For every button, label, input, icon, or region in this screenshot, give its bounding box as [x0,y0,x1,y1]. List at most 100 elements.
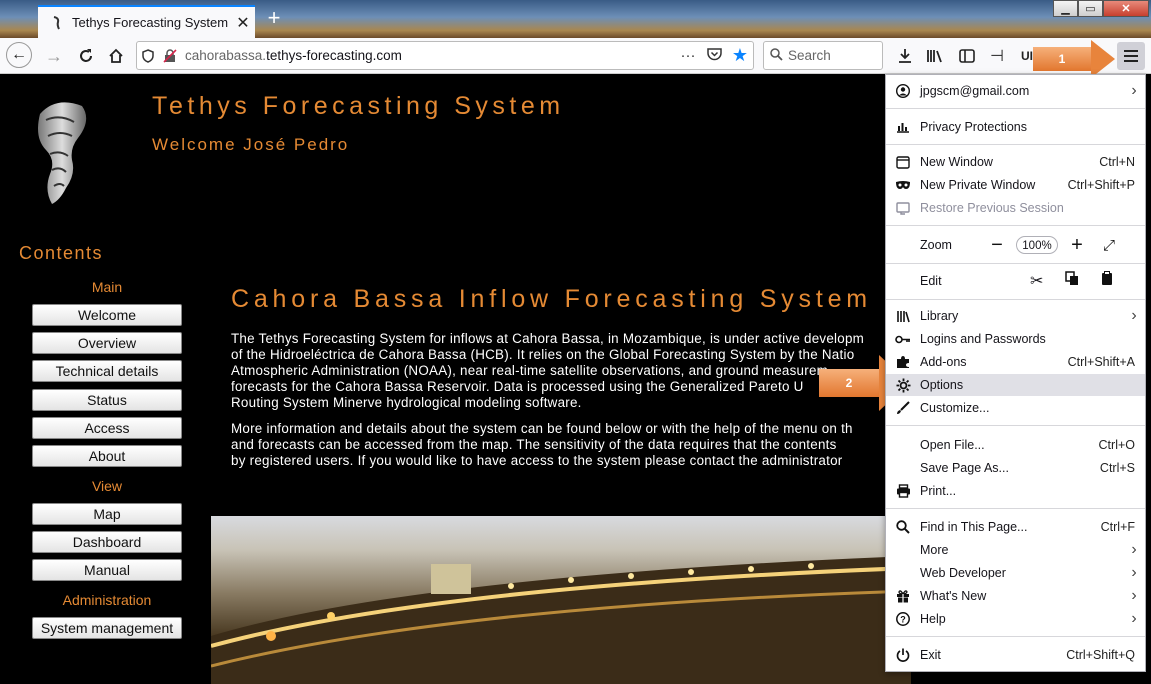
puzzle-piece-icon [886,355,920,369]
section-heading-administration: Administration [62,592,152,608]
reload-button[interactable] [72,42,100,70]
menu-library[interactable]: Library › [886,305,1145,327]
edit-controls: ✂ [1030,269,1113,293]
menu-shortcut: Ctrl+N [1099,155,1135,169]
menu-whats-new[interactable]: What's New › [886,585,1145,607]
menu-separator [886,299,1145,300]
menu-label: Exit [920,648,941,662]
menu-open-file[interactable]: Open File... Ctrl+O [886,434,1145,456]
insecure-lock-icon[interactable] [159,48,181,63]
window-close-button[interactable]: ✕ [1103,0,1149,17]
dashboard-icon [886,121,920,133]
menu-label: New Private Window [920,178,1036,192]
printer-icon [886,484,920,498]
downloads-icon[interactable] [893,44,917,68]
nav-status-button[interactable]: Status [32,389,182,411]
menu-label: What's New [920,589,987,603]
menu-new-window[interactable]: New Window Ctrl+N [886,151,1145,173]
menu-customize[interactable]: Customize... [886,397,1145,419]
fullscreen-icon[interactable]: ⤢ [1098,237,1120,254]
main-title: Cahora Bassa Inflow Forecasting System [231,285,872,313]
dam-photo [211,516,911,684]
nav-system-management-button[interactable]: System management [32,617,182,639]
menu-shortcut: Ctrl+S [1099,461,1135,475]
menu-exit[interactable]: Exit Ctrl+Shift+Q [886,644,1145,666]
nav-about-button[interactable]: About [32,445,182,467]
menu-label: More [920,543,949,557]
menu-find[interactable]: Find in This Page... Ctrl+F [886,516,1145,538]
shield-icon[interactable] [137,48,159,63]
new-window-icon [886,155,920,169]
maximize-button[interactable]: ▭ [1078,0,1103,17]
menu-label: Open File... [920,438,985,452]
svg-text:?: ? [900,615,906,625]
browser-tab[interactable]: Tethys Forecasting System ✕ [38,5,255,38]
nav-dashboard-button[interactable]: Dashboard [32,531,182,553]
url-text[interactable]: cahorabassa.tethys-forecasting.com [181,48,675,63]
minimize-button[interactable]: ▁ [1053,0,1078,17]
search-icon [886,520,920,534]
tethys-logo [38,102,87,204]
menu-privacy-protections[interactable]: Privacy Protections [886,116,1145,138]
menu-web-developer[interactable]: Web Developer › [886,562,1145,584]
app-menu-panel: jpgscm@gmail.com › Privacy Protections N… [885,74,1146,672]
home-button[interactable] [102,42,130,70]
menu-label: Help [920,612,946,626]
cut-icon[interactable]: ✂ [1030,271,1043,291]
menu-options[interactable]: Options [886,374,1145,396]
menu-label: Find in This Page... [920,520,1028,534]
menu-separator [886,108,1145,109]
menu-shortcut: Ctrl+Shift+P [1067,178,1135,192]
copy-icon[interactable] [1065,271,1079,291]
private-mask-icon [886,180,920,190]
menu-more[interactable]: More › [886,539,1145,561]
new-tab-button[interactable]: + [262,6,286,30]
page-actions-icon[interactable]: ··· [675,47,701,64]
menu-shortcut: Ctrl+O [1098,438,1135,452]
forward-button[interactable]: → [40,42,68,70]
menu-addons[interactable]: Add-ons Ctrl+Shift+A [886,351,1145,373]
menu-help[interactable]: ? Help › [886,608,1145,630]
paste-icon[interactable] [1101,271,1113,291]
bookmark-star-icon[interactable]: ★ [727,45,753,66]
window-controls: ▁ ▭ ✕ [1053,0,1149,18]
menu-print[interactable]: Print... [886,480,1145,502]
nav-manual-button[interactable]: Manual [32,559,182,581]
paintbrush-icon [886,401,920,415]
account-email: jpgscm@gmail.com [920,84,1030,98]
zoom-reset-button[interactable]: 100% [1016,236,1058,254]
menu-account[interactable]: jpgscm@gmail.com › [886,80,1145,102]
url-subdomain: cahorabassa. [185,48,267,63]
address-bar[interactable]: cahorabassa.tethys-forecasting.com ··· ★ [136,41,754,70]
tab-close-icon[interactable]: ✕ [231,13,255,33]
sidebar-icon[interactable] [955,44,979,68]
library-icon[interactable] [923,44,947,68]
gear-icon [886,378,920,393]
nav-overview-button[interactable]: Overview [32,332,182,354]
menu-label: Restore Previous Session [920,201,1064,215]
navigation-toolbar: ← → cahorabassa.tethys-forecasting.com ·… [0,38,1151,74]
zoom-in-button[interactable]: + [1066,234,1088,257]
nav-access-button[interactable]: Access [32,417,182,439]
nav-map-button[interactable]: Map [32,503,182,525]
zoom-out-button[interactable]: − [986,234,1008,257]
back-button[interactable]: ← [6,42,32,68]
menu-restore-session[interactable]: Restore Previous Session [886,197,1145,219]
pocket-icon[interactable] [701,47,727,65]
open-menu-button[interactable] [1117,42,1145,70]
menu-separator [886,425,1145,426]
nav-welcome-button[interactable]: Welcome [32,304,182,326]
menu-save-page[interactable]: Save Page As... Ctrl+S [886,457,1145,479]
menu-logins-passwords[interactable]: Logins and Passwords [886,328,1145,350]
menu-new-private-window[interactable]: New Private Window Ctrl+Shift+P [886,174,1145,196]
menu-separator [886,636,1145,637]
nav-technical-details-button[interactable]: Technical details [32,360,182,382]
reload-icon [80,49,92,62]
screenshot-icon[interactable]: ⊣ [985,44,1009,68]
library-icon [886,310,920,323]
account-icon [886,84,920,98]
search-bar[interactable]: Search [763,41,883,70]
zoom-controls: − 100% + ⤢ [986,233,1120,257]
site-favicon-icon [50,15,64,30]
search-icon [764,47,788,64]
